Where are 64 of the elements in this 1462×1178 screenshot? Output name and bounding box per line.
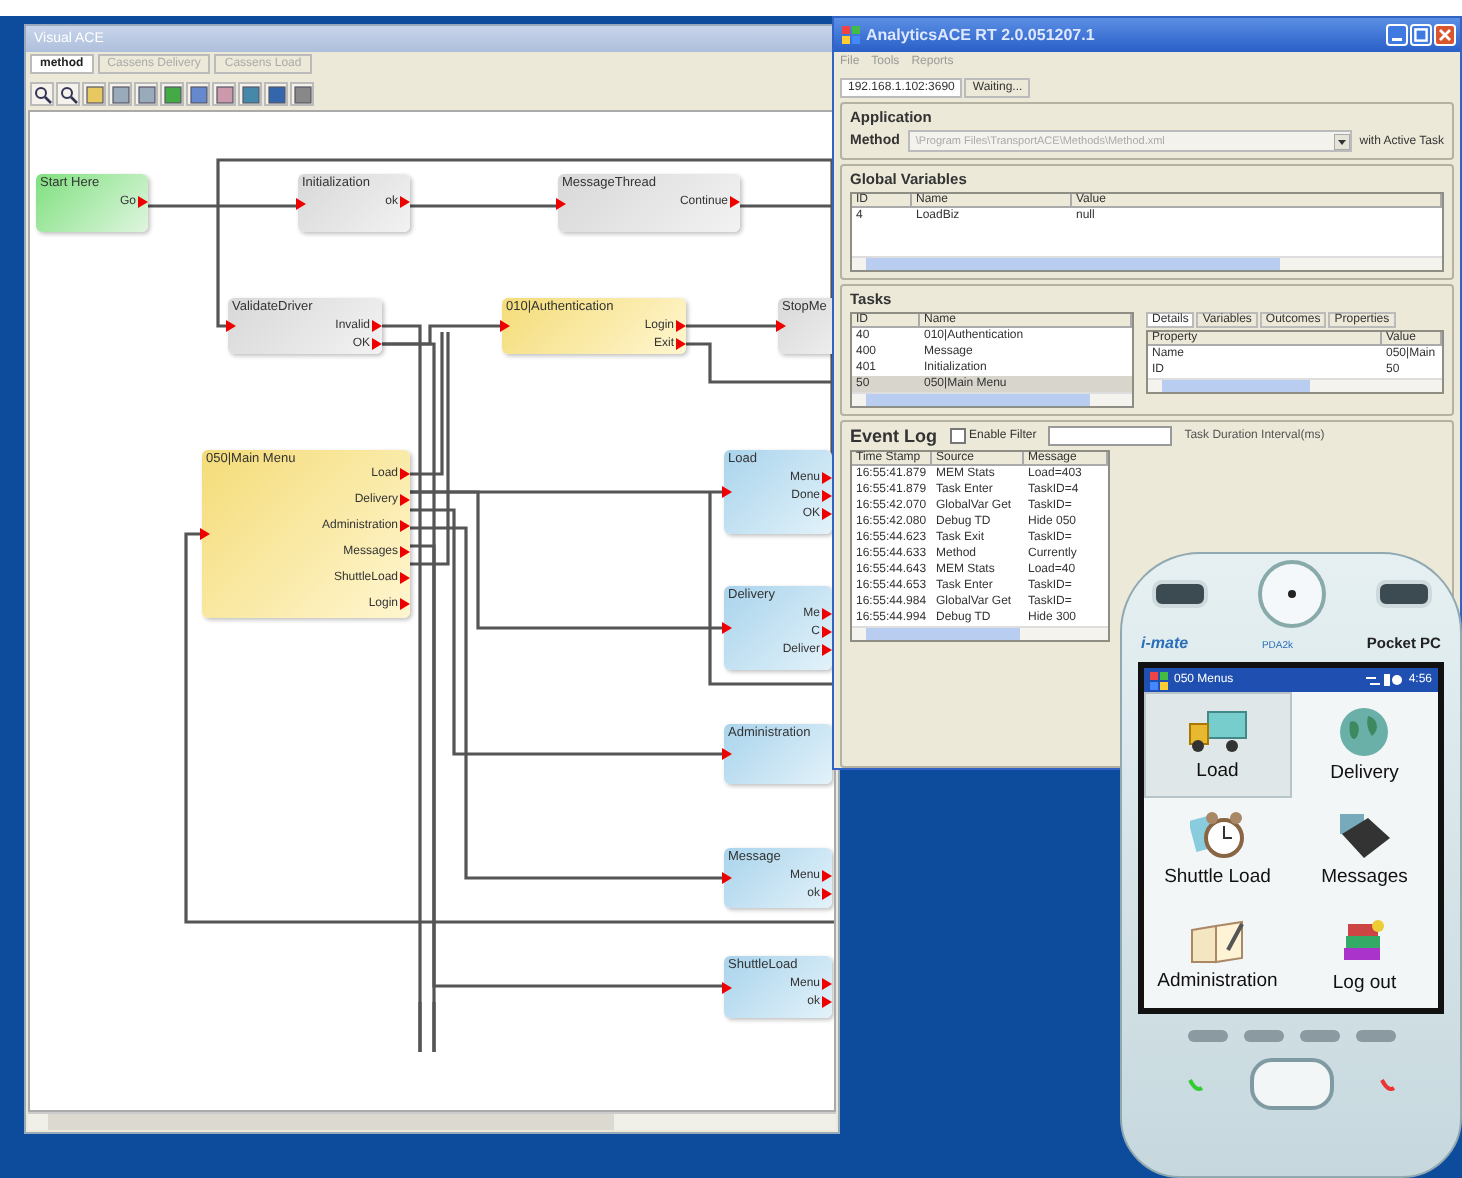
checkbox[interactable] <box>949 428 966 444</box>
toolbar-button[interactable] <box>264 82 288 106</box>
toolbar-button[interactable] <box>56 82 80 106</box>
navigation-pad[interactable] <box>1249 1058 1333 1110</box>
menu-tile[interactable]: Log out <box>1291 902 1438 1008</box>
toolbar-button[interactable] <box>30 82 54 106</box>
maximize-button[interactable] <box>1410 24 1432 46</box>
port-arrow-icon <box>722 748 732 760</box>
app-icon <box>842 26 860 44</box>
filter-dropdown[interactable] <box>1048 426 1173 446</box>
hardware-button[interactable] <box>1375 580 1431 608</box>
zoom-out-icon <box>59 85 77 103</box>
port-arrow-icon[interactable] <box>400 493 410 505</box>
alarm-clock-icon <box>1189 810 1246 863</box>
minimize-button[interactable] <box>1386 24 1408 46</box>
dropdown-arrow-icon <box>1333 133 1350 149</box>
menu-tile[interactable]: Delivery <box>1291 692 1438 798</box>
navigation-button[interactable] <box>1257 560 1325 628</box>
toolbar-button[interactable] <box>160 82 184 106</box>
port-arrow-icon[interactable] <box>400 467 410 479</box>
phone-icon <box>1379 1076 1395 1092</box>
close-icon <box>1438 28 1452 42</box>
port-arrow-icon <box>296 197 306 209</box>
port-arrow-icon[interactable] <box>400 519 410 531</box>
port-arrow-icon[interactable] <box>400 195 410 207</box>
port-arrow-icon <box>556 197 566 209</box>
port-arrow-icon[interactable] <box>400 597 410 609</box>
start-flag-icon[interactable] <box>1150 671 1168 689</box>
maximize-icon <box>1414 28 1428 42</box>
port-arrow-icon <box>500 320 510 332</box>
port-arrow-icon <box>722 872 732 884</box>
port-arrow-icon <box>722 622 732 634</box>
globe-icon <box>1338 705 1391 758</box>
toolbar-button[interactable] <box>238 82 262 106</box>
port-arrow-icon[interactable] <box>400 545 410 557</box>
port-arrow-icon[interactable] <box>138 195 148 207</box>
menu-tile[interactable]: Messages <box>1291 797 1438 903</box>
hardware-button[interactable] <box>1151 580 1207 608</box>
phone-icon <box>1187 1076 1203 1092</box>
port-arrow-icon <box>722 486 732 498</box>
panel-heading: Event Log <box>850 426 938 446</box>
zoom-in-icon <box>33 85 51 103</box>
port-arrow-icon <box>722 981 732 993</box>
window-title: AnalyticsACE RT 2.0.051207.1 <box>866 26 1097 44</box>
notebook-icon <box>1187 918 1248 967</box>
close-button[interactable] <box>1434 24 1456 46</box>
port-arrow-icon <box>776 320 786 332</box>
truck-icon <box>1187 707 1248 756</box>
port-arrow-icon <box>226 320 236 332</box>
menu-tile[interactable]: Administration <box>1144 902 1291 1008</box>
menu-tile[interactable]: Load <box>1144 692 1291 798</box>
brand-label: i-mate <box>1141 634 1189 652</box>
port-arrow-icon <box>200 528 210 540</box>
status-icons <box>1366 672 1403 688</box>
toolbar-button[interactable] <box>290 82 314 106</box>
menu-tile[interactable]: Shuttle Load <box>1144 797 1291 903</box>
horizontal-scrollbar[interactable] <box>1148 378 1442 392</box>
horizontal-scrollbar[interactable] <box>852 256 1442 270</box>
horizontal-scrollbar[interactable] <box>28 1112 836 1130</box>
horizontal-scrollbar[interactable] <box>852 626 1108 640</box>
horizontal-scrollbar[interactable] <box>852 392 1132 406</box>
port-arrow-icon[interactable] <box>730 195 740 207</box>
port-arrow-icon[interactable] <box>400 571 410 583</box>
toolbar-button[interactable] <box>186 82 210 106</box>
